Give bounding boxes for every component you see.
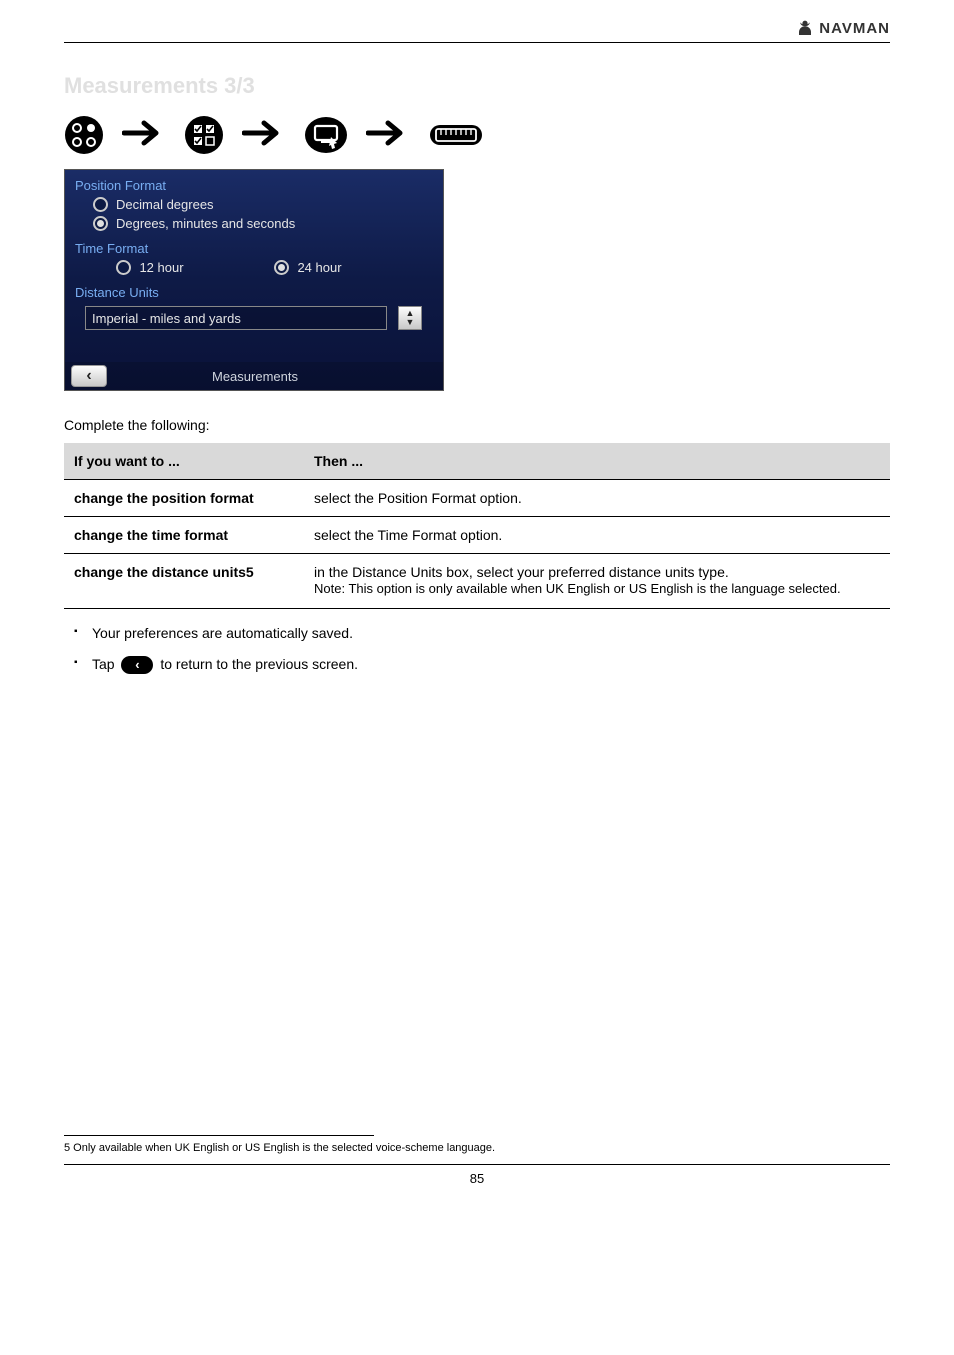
table-row: change the time format select the Time F… bbox=[64, 517, 890, 554]
table-cell: change the time format bbox=[64, 517, 304, 554]
radio-decimal-degrees[interactable]: Decimal degrees bbox=[65, 195, 443, 214]
back-button[interactable]: ‹ bbox=[71, 365, 107, 387]
dial-icon bbox=[64, 115, 104, 155]
table-header: If you want to ... bbox=[64, 443, 304, 480]
table-cell: in the Distance Units box, select your p… bbox=[304, 554, 890, 609]
footnote: 5 Only available when UK English or US E… bbox=[64, 1142, 890, 1154]
table-note: Note: This option is only available when… bbox=[314, 580, 880, 598]
table-cell: change the distance units5 bbox=[64, 554, 304, 609]
arrow-right-icon bbox=[366, 118, 410, 153]
time-format-label: Time Format bbox=[65, 233, 443, 258]
list-text-post: to return to the previous screen. bbox=[160, 656, 358, 672]
breadcrumb bbox=[64, 115, 890, 155]
ruler-icon bbox=[428, 117, 484, 153]
radio-icon bbox=[93, 216, 108, 231]
list-item: Tap ‹ to return to the previous screen. bbox=[78, 654, 890, 675]
radio-dms[interactable]: Degrees, minutes and seconds bbox=[65, 214, 443, 233]
radio-icon bbox=[274, 260, 289, 275]
table-cell: select the Position Format option. bbox=[304, 480, 890, 517]
table-row: change the distance units5 in the Distan… bbox=[64, 554, 890, 609]
radio-12-hour[interactable]: 12 hour bbox=[116, 260, 183, 275]
page-header: NAVMAN bbox=[0, 0, 954, 42]
radio-label: Degrees, minutes and seconds bbox=[116, 216, 295, 231]
table-header: Then ... bbox=[304, 443, 890, 480]
distance-units-label: Distance Units bbox=[65, 277, 443, 302]
screen-title: Measurements bbox=[107, 369, 443, 384]
table-cell: change the position format bbox=[64, 480, 304, 517]
chevron-down-icon: ▼ bbox=[406, 318, 415, 327]
page-title: Measurements 3/3 bbox=[64, 73, 890, 99]
back-button-inline: ‹ bbox=[121, 656, 153, 674]
radio-label: 24 hour bbox=[297, 260, 341, 275]
screen-click-icon bbox=[304, 115, 348, 155]
checklist-icon bbox=[184, 115, 224, 155]
radio-icon bbox=[116, 260, 131, 275]
list-item: Your preferences are automatically saved… bbox=[78, 623, 890, 644]
arrow-right-icon bbox=[242, 118, 286, 153]
brand-text: NAVMAN bbox=[819, 20, 890, 37]
screen-bottom-bar: ‹ Measurements bbox=[65, 362, 443, 390]
footnote-rule bbox=[64, 1135, 374, 1136]
bullet-list: Your preferences are automatically saved… bbox=[64, 623, 890, 675]
select-value: Imperial - miles and yards bbox=[92, 311, 241, 326]
list-text-pre: Tap bbox=[92, 656, 118, 672]
arrow-right-icon bbox=[122, 118, 166, 153]
brand-logo: NAVMAN bbox=[795, 18, 890, 38]
radio-24-hour[interactable]: 24 hour bbox=[274, 260, 341, 275]
page-number: 85 bbox=[0, 1165, 954, 1204]
table-cell: select the Time Format option. bbox=[304, 517, 890, 554]
chevron-left-icon: ‹ bbox=[86, 367, 91, 385]
person-icon bbox=[795, 18, 815, 38]
table-cell-text: in the Distance Units box, select your p… bbox=[314, 564, 880, 580]
radio-label: Decimal degrees bbox=[116, 197, 214, 212]
table-row: change the position format select the Po… bbox=[64, 480, 890, 517]
stepper-button[interactable]: ▲ ▼ bbox=[398, 306, 422, 330]
chevron-left-icon: ‹ bbox=[135, 655, 139, 675]
distance-units-select[interactable]: Imperial - miles and yards ▲ ▼ bbox=[85, 306, 387, 330]
position-format-label: Position Format bbox=[65, 170, 443, 195]
radio-label: 12 hour bbox=[139, 260, 183, 275]
radio-icon bbox=[93, 197, 108, 212]
device-screenshot: Position Format Decimal degrees Degrees,… bbox=[64, 169, 444, 391]
settings-table: If you want to ... Then ... change the p… bbox=[64, 443, 890, 609]
instruction-text: Complete the following: bbox=[64, 417, 890, 433]
